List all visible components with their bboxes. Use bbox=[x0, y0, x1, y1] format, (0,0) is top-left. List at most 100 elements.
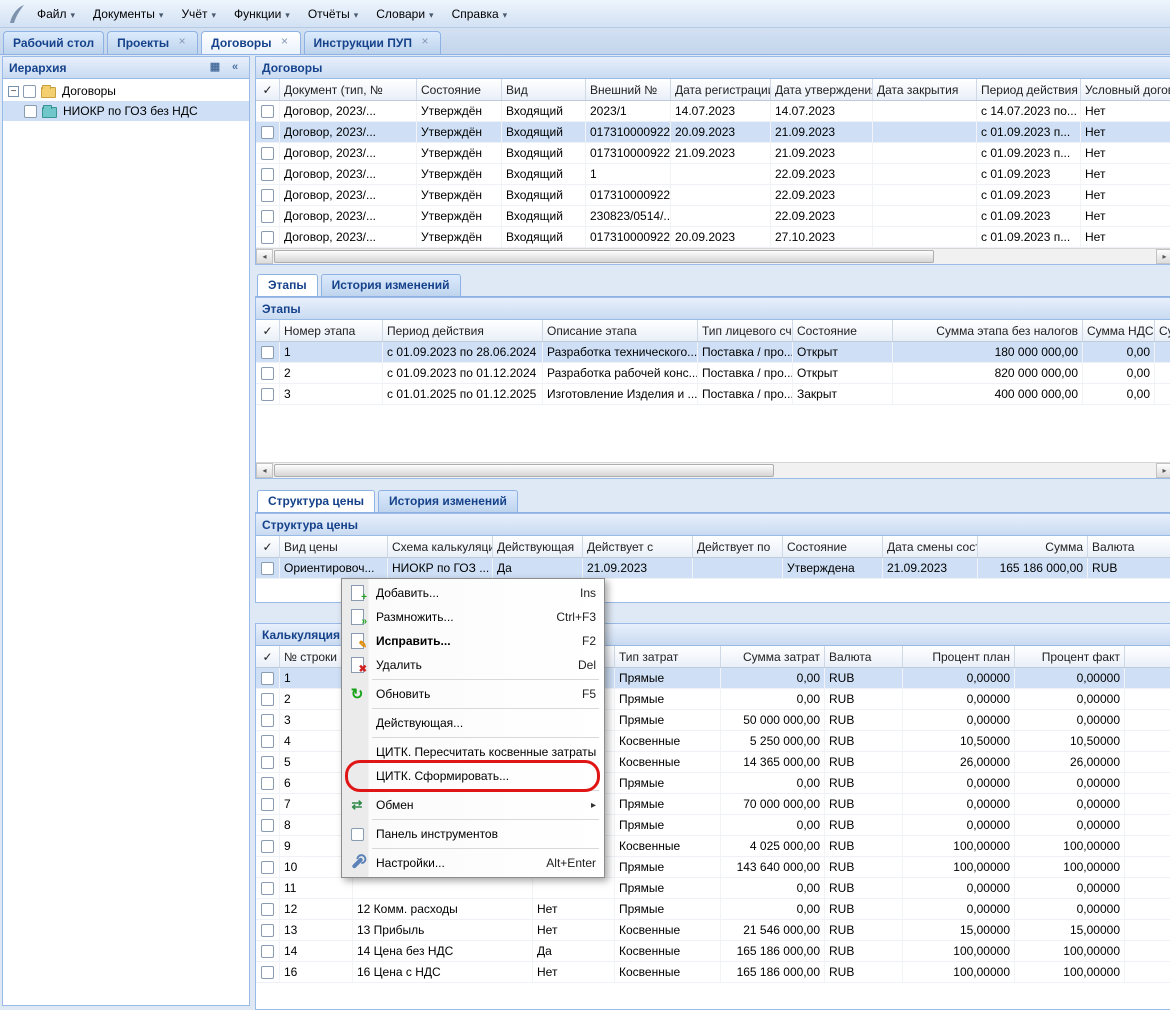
checkbox-icon[interactable] bbox=[261, 388, 274, 401]
tab-price-history[interactable]: История изменений bbox=[378, 490, 518, 512]
column-header[interactable]: Процент факт bbox=[1015, 646, 1125, 667]
tree-item[interactable]: −Договоры bbox=[3, 81, 249, 101]
table-row[interactable]: 1с 01.09.2023 по 28.06.2024Разработка те… bbox=[256, 342, 1170, 363]
row-checkbox[interactable] bbox=[256, 731, 280, 751]
column-header[interactable]: Действующая bbox=[493, 536, 583, 557]
row-checkbox[interactable] bbox=[256, 794, 280, 814]
checkbox-icon[interactable] bbox=[261, 126, 274, 139]
row-checkbox[interactable] bbox=[256, 815, 280, 835]
checkbox-icon[interactable] bbox=[261, 777, 274, 790]
scroll-right-icon[interactable] bbox=[1156, 249, 1170, 264]
row-checkbox[interactable] bbox=[256, 558, 280, 578]
table-row[interactable]: Договор, 2023/...УтверждёнВходящий017310… bbox=[256, 227, 1170, 248]
checkbox-icon[interactable] bbox=[261, 945, 274, 958]
row-checkbox[interactable] bbox=[256, 857, 280, 877]
close-icon[interactable] bbox=[419, 36, 431, 48]
column-header[interactable]: ✓ bbox=[256, 79, 280, 100]
table-row[interactable]: 1414 Цена без НДСДаКосвенные165 186 000,… bbox=[256, 941, 1170, 962]
scroll-left-icon[interactable] bbox=[256, 463, 273, 478]
column-header[interactable]: Дата регистрации bbox=[671, 79, 771, 100]
scrollbar-thumb[interactable] bbox=[274, 250, 934, 263]
table-row[interactable]: Договор, 2023/...УтверждёнВходящий122.09… bbox=[256, 164, 1170, 185]
column-header[interactable]: Дата закрытия bbox=[873, 79, 977, 100]
menu-item-citk-generate[interactable]: ЦИТК. Сформировать... bbox=[344, 764, 602, 788]
column-header[interactable]: Вид цены bbox=[280, 536, 388, 557]
grid-view-icon[interactable] bbox=[207, 60, 223, 75]
column-header[interactable]: Номер этапа bbox=[280, 320, 383, 341]
tab-contracts[interactable]: Договоры bbox=[201, 31, 300, 54]
column-header[interactable] bbox=[1125, 646, 1170, 667]
checkbox-icon[interactable] bbox=[23, 85, 36, 98]
checkbox-icon[interactable] bbox=[261, 346, 274, 359]
column-header[interactable]: Процент план bbox=[903, 646, 1015, 667]
table-row[interactable]: 3с 01.01.2025 по 01.12.2025Изготовление … bbox=[256, 384, 1170, 405]
row-checkbox[interactable] bbox=[256, 363, 280, 383]
row-checkbox[interactable] bbox=[256, 773, 280, 793]
checkbox-icon[interactable] bbox=[261, 147, 274, 160]
close-icon[interactable] bbox=[176, 36, 188, 48]
checkbox-icon[interactable] bbox=[261, 756, 274, 769]
menu-item-duplicate[interactable]: »Размножить...Ctrl+F3 bbox=[344, 605, 602, 629]
column-header[interactable]: Валюта bbox=[825, 646, 903, 667]
scroll-left-icon[interactable] bbox=[256, 249, 273, 264]
column-header[interactable]: Сумма НДС этапа bbox=[1083, 320, 1155, 341]
menu-item-toolbar-panel[interactable]: Панель инструментов bbox=[344, 822, 602, 846]
column-header[interactable]: Состояние bbox=[417, 79, 502, 100]
row-checkbox[interactable] bbox=[256, 689, 280, 709]
checkbox-icon[interactable] bbox=[261, 672, 274, 685]
column-header[interactable]: Дата смены состо bbox=[883, 536, 978, 557]
column-header[interactable]: Сумм bbox=[1155, 320, 1170, 341]
column-header[interactable]: Сумма этапа без налогов bbox=[893, 320, 1083, 341]
table-row[interactable]: Договор, 2023/...УтверждёнВходящий230823… bbox=[256, 206, 1170, 227]
table-row[interactable]: Договор, 2023/...УтверждёнВходящий017310… bbox=[256, 185, 1170, 206]
menubar-item-help[interactable]: Справка bbox=[443, 3, 517, 25]
checkbox-icon[interactable] bbox=[261, 693, 274, 706]
column-header[interactable]: ✓ bbox=[256, 536, 280, 557]
horizontal-scrollbar[interactable] bbox=[256, 248, 1170, 264]
column-header[interactable]: ✓ bbox=[256, 646, 280, 667]
column-header[interactable]: Условный догово bbox=[1081, 79, 1170, 100]
row-checkbox[interactable] bbox=[256, 164, 280, 184]
close-icon[interactable] bbox=[279, 36, 291, 48]
column-header[interactable]: Состояние bbox=[783, 536, 883, 557]
menu-item-citk-recalculate[interactable]: ЦИТК. Пересчитать косвенные затраты... bbox=[344, 740, 602, 764]
checkbox-icon[interactable] bbox=[261, 840, 274, 853]
menubar-item-documents[interactable]: Документы bbox=[84, 3, 172, 25]
column-header[interactable]: Вид bbox=[502, 79, 586, 100]
row-checkbox[interactable] bbox=[256, 836, 280, 856]
checkbox-icon[interactable] bbox=[261, 924, 274, 937]
menu-item-exchange[interactable]: ⇄Обмен▸ bbox=[344, 793, 602, 817]
row-checkbox[interactable] bbox=[256, 384, 280, 404]
menubar-item-file[interactable]: Файл bbox=[28, 3, 84, 25]
row-checkbox[interactable] bbox=[256, 878, 280, 898]
column-header[interactable]: Документ (тип, № bbox=[280, 79, 417, 100]
menu-item-refresh[interactable]: ↻ОбновитьF5 bbox=[344, 682, 602, 706]
row-checkbox[interactable] bbox=[256, 101, 280, 121]
scrollbar-thumb[interactable] bbox=[274, 464, 774, 477]
table-row[interactable]: 1212 Комм. расходыНетПрямые0,00RUB0,0000… bbox=[256, 899, 1170, 920]
tab-stages[interactable]: Этапы bbox=[257, 274, 318, 296]
table-row[interactable]: Договор, 2023/...УтверждёнВходящий2023/1… bbox=[256, 101, 1170, 122]
collapse-expander-icon[interactable]: − bbox=[8, 86, 19, 97]
checkbox-icon[interactable] bbox=[261, 562, 274, 575]
checkbox-icon[interactable] bbox=[261, 105, 274, 118]
column-header[interactable]: Тип лицевого счёт bbox=[698, 320, 793, 341]
table-row[interactable]: 1313 ПрибыльНетКосвенные21 546 000,00RUB… bbox=[256, 920, 1170, 941]
column-header[interactable]: Действует по bbox=[693, 536, 783, 557]
table-row[interactable]: Ориентировоч...НИОКР по ГОЗ ...Да21.09.2… bbox=[256, 558, 1170, 579]
tab-instructions[interactable]: Инструкции ПУП bbox=[304, 31, 441, 54]
checkbox-icon[interactable] bbox=[261, 966, 274, 979]
row-checkbox[interactable] bbox=[256, 227, 280, 247]
checkbox-icon[interactable] bbox=[261, 231, 274, 244]
menu-item-delete[interactable]: ✖УдалитьDel bbox=[344, 653, 602, 677]
row-checkbox[interactable] bbox=[256, 899, 280, 919]
checkbox-icon[interactable] bbox=[261, 168, 274, 181]
column-header[interactable]: Внешний № bbox=[586, 79, 671, 100]
menu-item-current[interactable]: Действующая... bbox=[344, 711, 602, 735]
column-header[interactable]: Период действия bbox=[383, 320, 543, 341]
column-header[interactable]: Схема калькуляци bbox=[388, 536, 493, 557]
column-header[interactable]: Валюта bbox=[1088, 536, 1170, 557]
tab-desktop[interactable]: Рабочий стол bbox=[3, 31, 104, 54]
row-checkbox[interactable] bbox=[256, 342, 280, 362]
tree-item[interactable]: НИОКР по ГОЗ без НДС bbox=[3, 101, 249, 121]
